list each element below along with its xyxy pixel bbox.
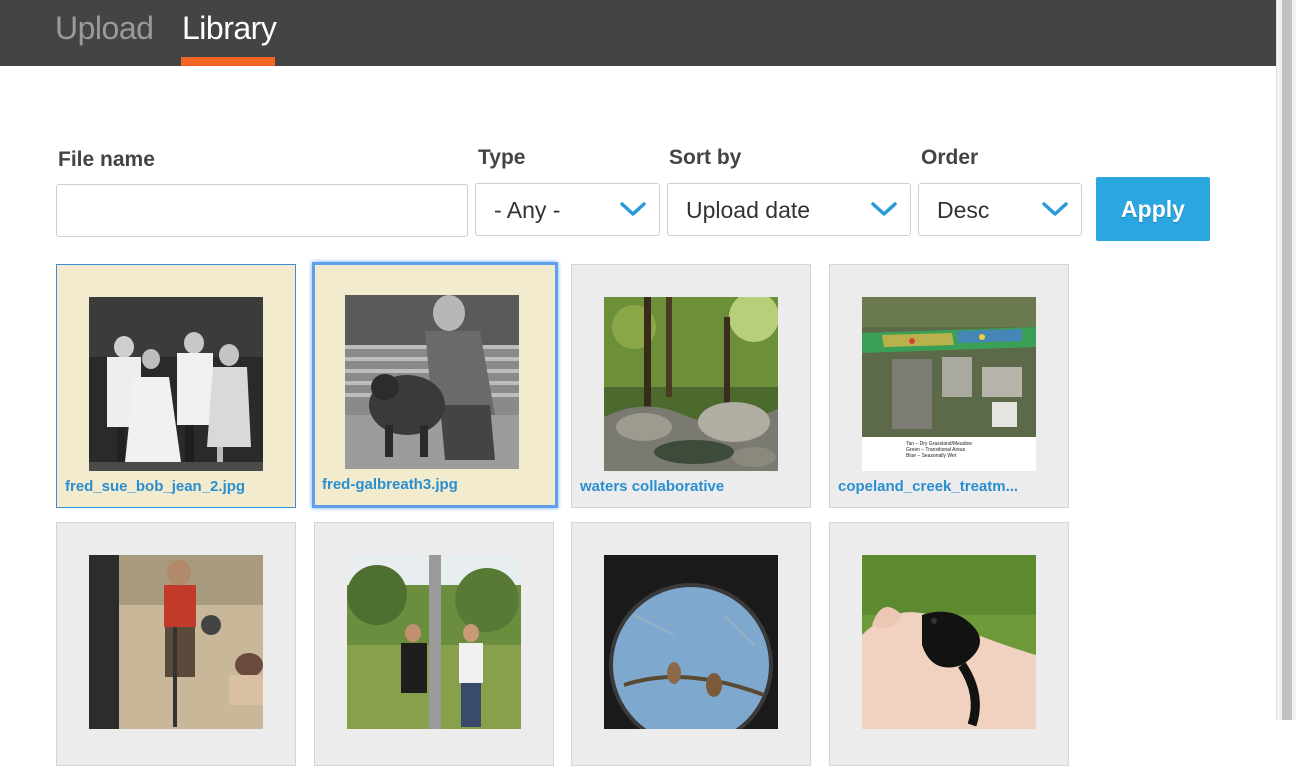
photo-thumbnail (862, 555, 1036, 729)
sort-by-select[interactable]: Upload date (667, 183, 911, 236)
library-item[interactable]: waters collaborative (571, 264, 811, 508)
item-caption[interactable]: waters collaborative (580, 478, 804, 495)
map-legend: Tan – Dry Grassland/Meadow Green – Trans… (906, 441, 972, 459)
library-item[interactable] (56, 522, 296, 766)
order-select-value: Desc (937, 197, 990, 223)
photo-thumbnail (604, 555, 778, 729)
file-name-input[interactable] (56, 184, 468, 237)
order-label: Order (921, 146, 979, 169)
top-tab-bar: Upload Library (0, 0, 1276, 66)
active-tab-indicator (181, 57, 275, 66)
photo-thumbnail (89, 555, 263, 729)
sort-by-select-value: Upload date (686, 197, 811, 223)
photo-thumbnail (604, 297, 778, 471)
type-select[interactable]: - Any - (475, 183, 660, 236)
item-caption[interactable]: fred-galbreath3.jpg (322, 476, 546, 493)
map-thumbnail: Tan – Dry Grassland/Meadow Green – Trans… (862, 297, 1036, 471)
sort-by-label: Sort by (669, 146, 742, 169)
library-item[interactable] (571, 522, 811, 766)
library-item[interactable]: fred-galbreath3.jpg (312, 262, 558, 508)
library-item[interactable]: fred_sue_bob_jean_2.jpg (56, 264, 296, 508)
item-caption[interactable]: copeland_creek_treatm... (838, 478, 1062, 495)
photo-thumbnail (89, 297, 263, 471)
type-select-value: - Any - (494, 197, 561, 223)
library-item[interactable]: Tan – Dry Grassland/Meadow Green – Trans… (829, 264, 1069, 508)
photo-thumbnail (347, 555, 521, 729)
type-label: Type (478, 146, 526, 169)
chevron-down-icon (871, 202, 897, 216)
apply-button[interactable]: Apply (1096, 177, 1210, 241)
scrollbar-thumb[interactable] (1282, 0, 1292, 720)
item-caption[interactable]: fred_sue_bob_jean_2.jpg (65, 478, 289, 495)
photo-thumbnail (345, 295, 519, 469)
tab-library[interactable]: Library (182, 10, 277, 47)
tab-upload[interactable]: Upload (55, 10, 154, 47)
library-item[interactable] (314, 522, 554, 766)
order-select[interactable]: Desc (918, 183, 1082, 236)
file-name-label: File name (58, 148, 155, 171)
chevron-down-icon (620, 202, 646, 216)
chevron-down-icon (1042, 202, 1068, 216)
library-item[interactable] (829, 522, 1069, 766)
